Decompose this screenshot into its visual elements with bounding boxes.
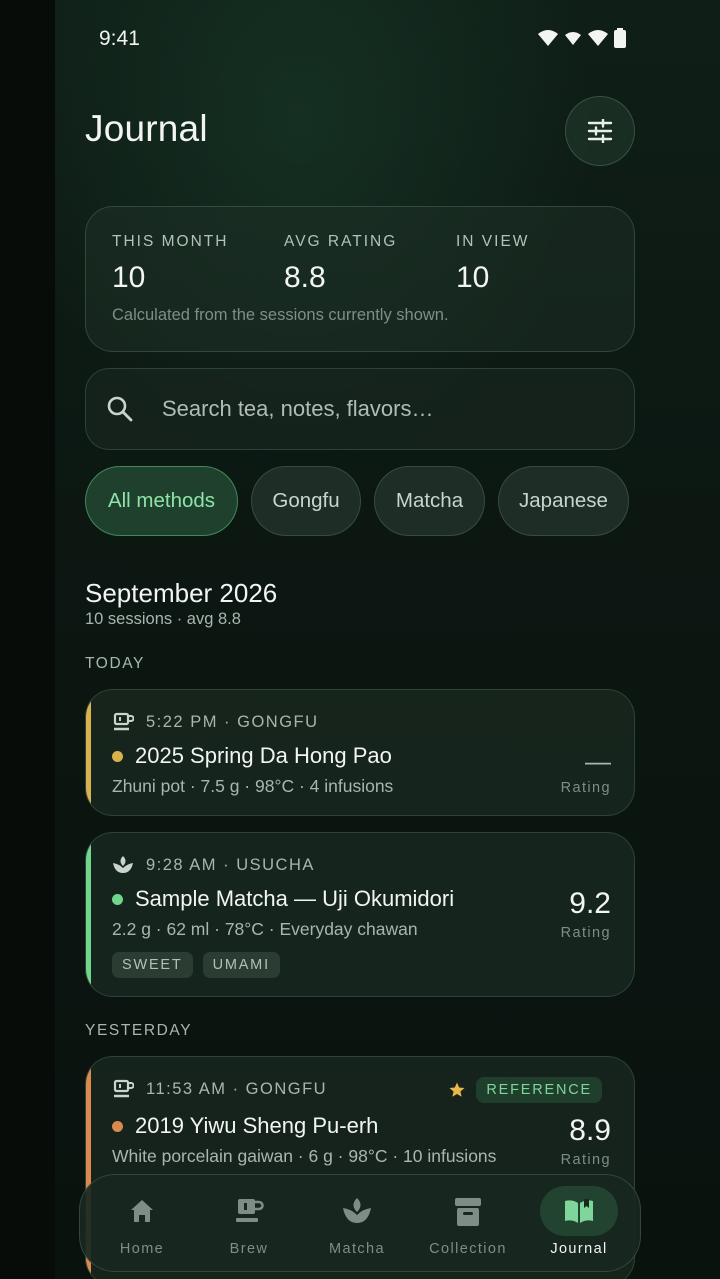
- archive-icon: [455, 1198, 481, 1226]
- stat-value: 10: [112, 261, 146, 294]
- flavor-tag: UMAMI: [202, 952, 280, 978]
- rating-value: 9.2: [569, 887, 611, 920]
- month-subtitle: 10 sessions · avg 8.8: [85, 610, 241, 628]
- day-label-yesterday: YESTERDAY: [85, 1022, 193, 1039]
- card-meta: 5:22 PM · GONGFU: [112, 712, 319, 732]
- page-title: Journal: [85, 108, 208, 149]
- nav-brew[interactable]: Brew: [194, 1175, 304, 1273]
- nav-home[interactable]: Home: [87, 1175, 197, 1273]
- card-meta: 9:28 AM · USUCHA: [112, 855, 315, 875]
- rating-value: 8.9: [569, 1114, 611, 1147]
- filter-button[interactable]: [565, 96, 635, 166]
- reference-marker: REFERENCE: [448, 1077, 602, 1103]
- stat-value: 10: [456, 261, 490, 294]
- stat-label: THIS MONTH: [112, 233, 229, 250]
- chip-all-methods[interactable]: All methods: [85, 466, 238, 536]
- rating-block: 8.9 Rating: [560, 1114, 611, 1169]
- stat-label: AVG RATING: [284, 233, 398, 250]
- session-time-method: 9:28 AM · USUCHA: [146, 855, 315, 874]
- flavor-tag: SWEET: [112, 952, 193, 978]
- flavor-tags: SWEET UMAMI: [112, 952, 280, 978]
- day-label-today: TODAY: [85, 655, 145, 672]
- rating-label: Rating: [560, 780, 611, 796]
- stat-in-view: IN VIEW 10: [456, 233, 529, 295]
- search-bar[interactable]: [85, 368, 635, 450]
- bottom-navigation: Home Brew Matcha Collection Journal: [79, 1174, 641, 1272]
- card-title-row: 2019 Yiwu Sheng Pu-erh: [112, 1113, 378, 1139]
- session-card[interactable]: 5:22 PM · GONGFU 2025 Spring Da Hong Pao…: [85, 689, 635, 816]
- teapot-icon: [236, 1199, 264, 1222]
- session-time-method: 5:22 PM · GONGFU: [146, 712, 319, 731]
- rating-value: —: [585, 746, 611, 776]
- stat-avg-rating: AVG RATING 8.8: [284, 233, 397, 295]
- search-icon: [107, 396, 133, 422]
- wifi-full-icon: [588, 30, 608, 46]
- nav-label: Journal: [550, 1241, 608, 1257]
- status-dot: [112, 893, 123, 905]
- status-bar: 9:41: [0, 0, 720, 76]
- rating-block: — Rating: [561, 748, 611, 796]
- wifi-icon: [538, 30, 558, 46]
- reference-badge: REFERENCE: [476, 1077, 602, 1103]
- nav-collection[interactable]: Collection: [413, 1175, 523, 1273]
- nav-journal[interactable]: Journal: [524, 1175, 634, 1273]
- nav-label: Brew: [229, 1241, 269, 1257]
- signal-icon: [565, 32, 581, 45]
- session-details: White porcelain gaiwan · 6 g · 98°C · 10…: [112, 1146, 497, 1166]
- chip-matcha[interactable]: Matcha: [374, 466, 485, 536]
- teapot-icon: [113, 712, 134, 731]
- leaf-icon: [343, 1198, 371, 1223]
- nav-label: Collection: [429, 1241, 507, 1257]
- nav-matcha[interactable]: Matcha: [302, 1175, 412, 1273]
- status-time: 9:41: [99, 27, 140, 50]
- stat-value: 8.8: [284, 261, 326, 294]
- card-title-row: Sample Matcha — Uji Okumidori: [112, 886, 454, 912]
- rating-label: Rating: [560, 1152, 611, 1168]
- card-accent: [86, 690, 91, 815]
- card-meta: 11:53 AM · GONGFU: [112, 1079, 327, 1099]
- session-details: Zhuni pot · 7.5 g · 98°C · 4 infusions: [112, 776, 394, 796]
- rating-label: Rating: [560, 925, 611, 941]
- stat-label: IN VIEW: [456, 233, 530, 250]
- rating-block: 9.2 Rating: [560, 887, 611, 942]
- nav-label: Home: [119, 1241, 165, 1257]
- session-time-method: 11:53 AM · GONGFU: [146, 1079, 328, 1098]
- book-icon: [565, 1199, 593, 1223]
- left-edge-shade: [0, 0, 55, 1279]
- session-title: Sample Matcha — Uji Okumidori: [135, 886, 455, 911]
- sliders-icon: [587, 119, 613, 143]
- card-title-row: 2025 Spring Da Hong Pao: [112, 743, 392, 769]
- status-dot: [112, 1120, 123, 1132]
- stat-this-month: THIS MONTH 10: [112, 233, 228, 295]
- stats-note: Calculated from the sessions currently s…: [112, 306, 449, 324]
- session-card[interactable]: 9:28 AM · USUCHA Sample Matcha — Uji Oku…: [85, 832, 635, 997]
- session-details: 2.2 g · 62 ml · 78°C · Everyday chawan: [112, 919, 418, 939]
- status-dot: [112, 750, 123, 762]
- chip-gongfu[interactable]: Gongfu: [251, 466, 361, 536]
- session-title: 2025 Spring Da Hong Pao: [135, 743, 392, 768]
- battery-icon: [614, 28, 626, 48]
- stats-card: THIS MONTH 10 AVG RATING 8.8 IN VIEW 10 …: [85, 206, 635, 352]
- month-title: September 2026: [85, 578, 278, 608]
- session-title: 2019 Yiwu Sheng Pu-erh: [135, 1113, 379, 1138]
- nav-label: Matcha: [329, 1241, 385, 1257]
- star-icon: [449, 1082, 465, 1097]
- status-icons: [538, 28, 626, 48]
- card-accent: [86, 833, 91, 996]
- teapot-icon: [113, 1079, 134, 1098]
- leaf-icon: [113, 856, 133, 873]
- chip-japanese[interactable]: Japanese: [498, 466, 629, 536]
- home-icon: [131, 1200, 153, 1222]
- search-input[interactable]: [162, 391, 602, 427]
